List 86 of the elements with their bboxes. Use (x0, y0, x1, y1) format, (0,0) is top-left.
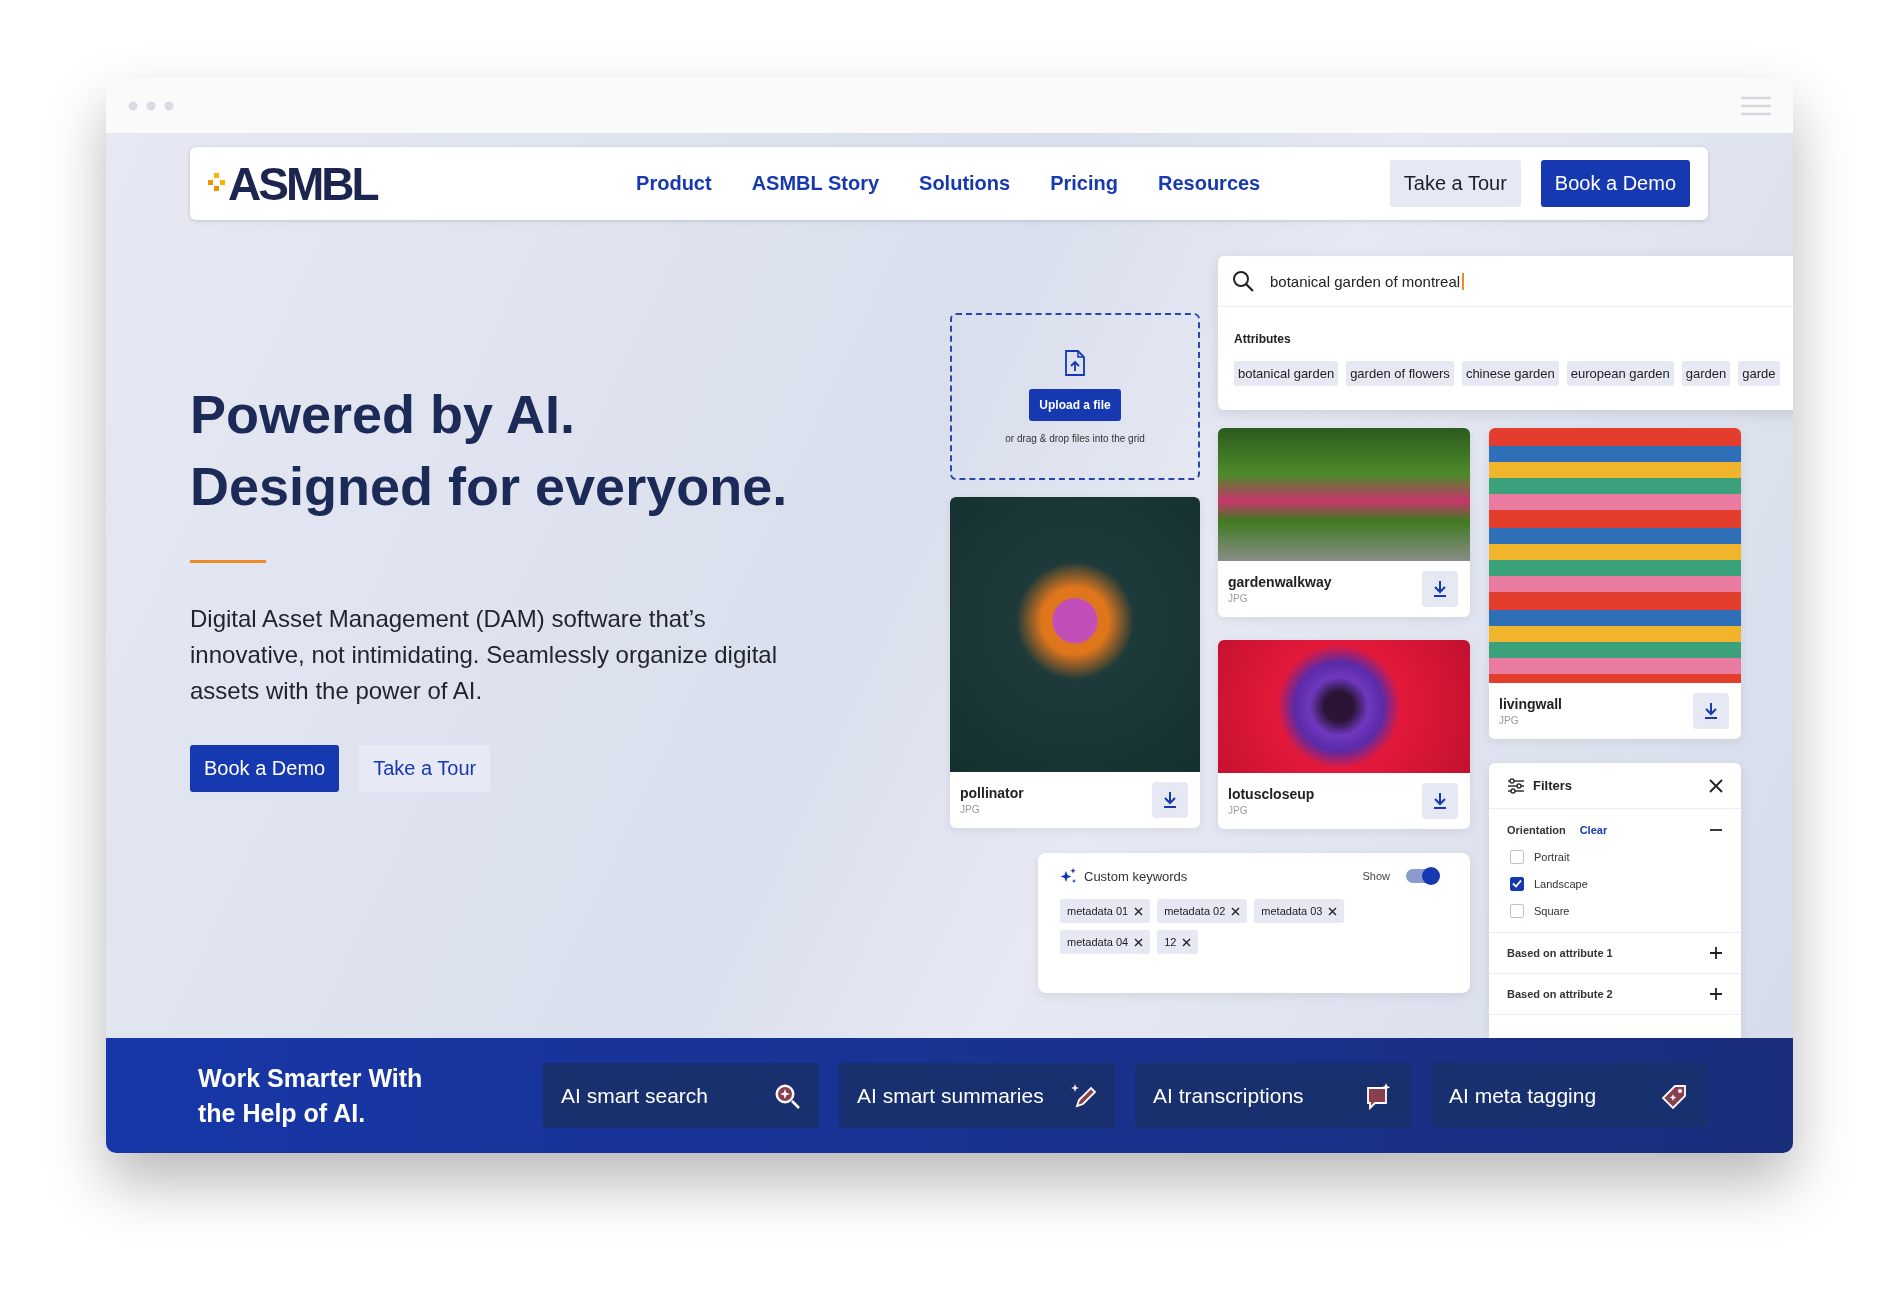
group-title: Based on attribute 2 (1507, 988, 1613, 1000)
hero-description: Digital Asset Management (DAM) software that’s innovative, not intimidating. Seamlessly organize digital assets with the power of AI. (190, 604, 778, 706)
nav-link[interactable]: Resources (1157, 172, 1261, 195)
window-dots-icon (128, 100, 174, 111)
download-button[interactable] (1693, 693, 1729, 729)
close-icon[interactable] (1182, 937, 1192, 947)
download-button[interactable] (1422, 571, 1458, 607)
option-label: Landscape (1534, 877, 1588, 890)
sliders-icon (1507, 777, 1525, 794)
close-icon[interactable] (1134, 906, 1144, 916)
filter-group[interactable]: Based on attribute 1 (1489, 933, 1741, 974)
option-label: Portrait (1534, 850, 1570, 863)
group-title: Based on attribute 1 (1507, 947, 1613, 959)
close-icon[interactable] (1231, 906, 1241, 916)
checkbox[interactable] (1510, 903, 1524, 918)
nav-link[interactable]: ASMBL Story (751, 172, 880, 195)
nav-link[interactable]: Solutions (919, 172, 1011, 195)
filters-title: Filters (1533, 778, 1573, 793)
download-button[interactable] (1422, 783, 1458, 819)
feature-label: AI meta tagging (1449, 1083, 1597, 1108)
section-title: Orientation (1507, 824, 1566, 836)
upload-file-button[interactable]: Upload a file (1029, 388, 1121, 421)
feature-tile[interactable]: AI smart search (543, 1063, 819, 1128)
file-type: JPG (1499, 715, 1520, 726)
file-upload-icon (1064, 349, 1086, 377)
show-toggle[interactable] (1406, 869, 1438, 883)
asset-card[interactable]: gardenwalkway JPG (1218, 428, 1470, 617)
logo[interactable]: ASMBL (208, 156, 377, 211)
asset-card[interactable]: livingwall JPG (1489, 428, 1741, 739)
filter-group[interactable]: Based on attribute 2 (1489, 974, 1741, 1015)
option-label: Square (1534, 904, 1570, 917)
asset-name: livingwall (1499, 696, 1562, 712)
banner-heading: Work Smarter With the Help of AI. (198, 1062, 424, 1129)
text-cursor (1462, 272, 1464, 290)
keyword-tag: 12 (1157, 930, 1199, 954)
feature-label: AI smart summaries (857, 1083, 1044, 1108)
close-icon[interactable] (1134, 937, 1144, 947)
attribute-chip[interactable]: garde (1738, 361, 1780, 386)
download-icon (1432, 580, 1448, 598)
attribute-chip[interactable]: chinese garden (1461, 361, 1559, 386)
asset-name: lotuscloseup (1228, 786, 1315, 802)
checkbox[interactable] (1510, 876, 1524, 891)
toggle-label: Show (1362, 870, 1390, 882)
file-type: JPG (1228, 805, 1249, 816)
upload-dropzone[interactable]: Upload a file or drag & drop files into the grid (950, 313, 1200, 480)
keywords-title: Custom keywords (1084, 868, 1189, 884)
keyword-tag: metadata 02 (1157, 899, 1248, 923)
asset-name: gardenwalkway (1228, 574, 1332, 590)
feature-tile[interactable]: AI meta tagging (1431, 1063, 1707, 1128)
take-tour-button[interactable]: Take a Tour (1389, 160, 1521, 207)
hero-heading: Powered by AI. Designed for everyone. (190, 383, 789, 518)
keyword-tag: metadata 01 (1060, 899, 1151, 923)
feature-tile[interactable]: AI smart summaries (839, 1063, 1115, 1128)
asset-name: pollinator (960, 785, 1024, 801)
attribute-chip[interactable]: botanical garden (1234, 361, 1339, 386)
attribute-chip[interactable]: garden (1681, 361, 1731, 386)
checkbox[interactable] (1510, 849, 1524, 864)
attribute-chip[interactable]: european garden (1566, 361, 1674, 386)
keyword-tag: metadata 04 (1060, 930, 1151, 954)
nav-link[interactable]: Product (636, 172, 712, 195)
download-icon (1703, 702, 1719, 720)
file-type: JPG (1228, 593, 1249, 604)
close-icon[interactable] (1709, 778, 1723, 793)
book-demo-button[interactable]: Book a Demo (190, 745, 340, 792)
search-icon (1232, 270, 1254, 292)
upload-hint: or drag & drop files into the grid (1005, 432, 1145, 444)
book-demo-button[interactable]: Book a Demo (1540, 160, 1690, 207)
sparkle-icon (1060, 867, 1078, 885)
search-field[interactable]: botanical garden of montreal (1218, 256, 1793, 307)
download-button[interactable] (1152, 782, 1188, 818)
file-type: JPG (960, 804, 981, 815)
search-sparkle-icon (773, 1081, 801, 1110)
take-tour-button[interactable]: Take a Tour (359, 745, 491, 792)
close-icon[interactable] (1328, 906, 1338, 916)
attributes-label: Attributes (1234, 332, 1291, 346)
nav-link[interactable]: Pricing (1050, 172, 1118, 195)
keyword-tag: metadata 03 (1254, 899, 1345, 923)
feature-label: AI smart search (561, 1083, 709, 1108)
asset-card[interactable]: lotuscloseup JPG (1218, 640, 1470, 829)
clear-link[interactable]: Clear (1579, 824, 1695, 836)
attribute-chip[interactable]: garden of flowers (1346, 361, 1454, 386)
feature-tile[interactable]: AI transcriptions (1135, 1063, 1411, 1128)
asset-card[interactable]: pollinator JPG (950, 497, 1200, 828)
download-icon (1432, 792, 1448, 810)
feature-label: AI transcriptions (1153, 1083, 1304, 1108)
download-icon (1162, 791, 1178, 809)
